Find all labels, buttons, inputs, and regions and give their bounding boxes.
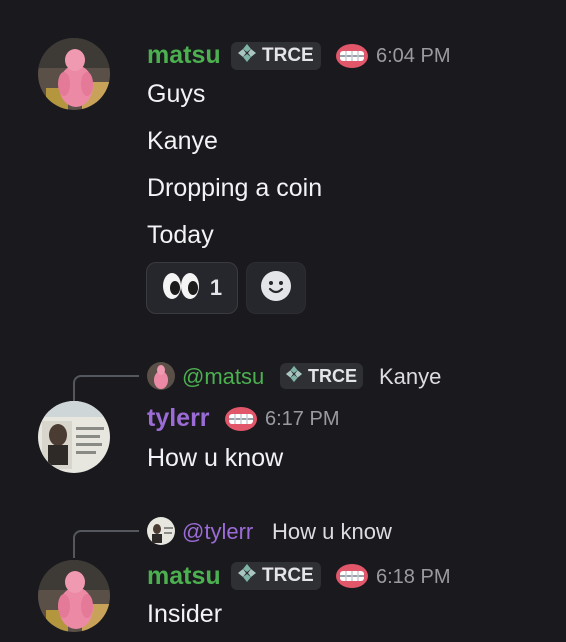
- reply-avatar-matsu[interactable]: [147, 362, 175, 390]
- matsu-avatar-image: [38, 38, 110, 110]
- add-reaction-button[interactable]: [246, 262, 306, 314]
- message-line: Kanye: [147, 127, 218, 155]
- message-line: How u know: [147, 444, 284, 472]
- role-tag-trce[interactable]: TRCE: [231, 42, 321, 70]
- message-line: Guys: [147, 80, 206, 108]
- role-tag-label: TRCE: [262, 45, 314, 66]
- tylerr-avatar-image: [38, 401, 110, 473]
- braces-emoji-icon: [335, 42, 369, 75]
- message-line: Today: [147, 221, 214, 249]
- message-line: Dropping a coin: [147, 174, 323, 202]
- username-tylerr[interactable]: tylerr: [147, 403, 210, 433]
- message-line: Insider: [147, 600, 223, 628]
- braces-emoji-icon: [335, 562, 369, 595]
- reply-mention-tylerr[interactable]: @tylerr: [182, 519, 253, 545]
- reply-connector: [73, 530, 139, 558]
- username-matsu[interactable]: matsu: [147, 561, 221, 591]
- timestamp: 6:04 PM: [376, 45, 451, 67]
- matsu-avatar-image: [38, 560, 110, 632]
- avatar-tylerr[interactable]: [38, 401, 110, 473]
- avatar-matsu[interactable]: [38, 560, 110, 632]
- matsu-mini-avatar-image: [147, 362, 175, 390]
- reply-avatar-tylerr[interactable]: [147, 517, 175, 545]
- braces-emoji-icon: [224, 405, 258, 438]
- timestamp: 6:18 PM: [376, 566, 451, 588]
- reply-preview-text[interactable]: How u know: [272, 519, 392, 545]
- reply-preview-text[interactable]: Kanye: [379, 364, 441, 390]
- role-tag-label: TRCE: [262, 565, 314, 586]
- timestamp: 6:17 PM: [265, 408, 340, 430]
- smiley-icon: [260, 270, 292, 307]
- eyes-emoji-icon: [162, 272, 200, 305]
- reply-role-tag-label: TRCE: [308, 365, 357, 386]
- username-matsu[interactable]: matsu: [147, 40, 221, 70]
- reaction-count: 1: [209, 275, 223, 300]
- reply-role-tag-trce[interactable]: TRCE: [280, 363, 363, 389]
- avatar-matsu[interactable]: [38, 38, 110, 110]
- diamond-icon: [285, 365, 303, 388]
- diamond-icon: [237, 43, 257, 69]
- reply-connector: [73, 375, 139, 401]
- tylerr-mini-avatar-image: [147, 517, 175, 545]
- reaction-eyes[interactable]: 1: [146, 262, 238, 314]
- diamond-icon: [237, 563, 257, 589]
- role-tag-trce[interactable]: TRCE: [231, 562, 321, 590]
- reply-mention-matsu[interactable]: @matsu: [182, 364, 264, 390]
